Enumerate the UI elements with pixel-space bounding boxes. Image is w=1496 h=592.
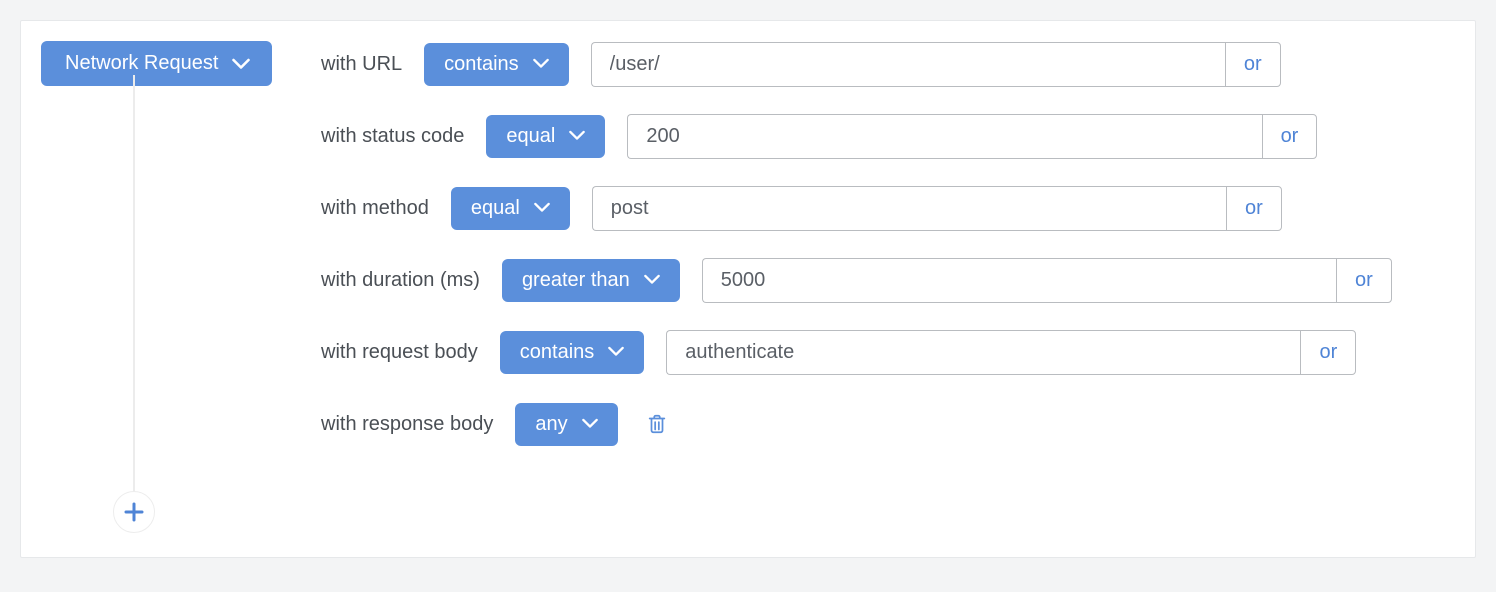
delete-condition-button[interactable] bbox=[640, 409, 674, 439]
value-group: or bbox=[591, 42, 1281, 87]
operator-selector[interactable]: any bbox=[515, 403, 617, 446]
chevron-down-icon bbox=[533, 58, 551, 70]
operator-selector[interactable]: equal bbox=[486, 115, 605, 158]
operator-label: greater than bbox=[522, 269, 630, 292]
trash-icon bbox=[646, 413, 668, 435]
event-type-selector[interactable]: Network Request bbox=[41, 41, 272, 86]
chevron-down-icon bbox=[644, 274, 662, 286]
or-button[interactable]: or bbox=[1300, 330, 1356, 375]
operator-label: contains bbox=[444, 53, 519, 76]
operator-selector[interactable]: contains bbox=[500, 331, 645, 374]
chevron-down-icon bbox=[534, 202, 552, 214]
condition-row: with method equal or bbox=[321, 185, 1455, 231]
condition-row: with URL contains or bbox=[321, 41, 1455, 87]
page-root: Network Request with URLcontainsorwith s… bbox=[0, 0, 1496, 578]
chevron-down-icon bbox=[608, 346, 626, 358]
condition-row: with request body contains or bbox=[321, 329, 1455, 375]
condition-row: with response body any bbox=[321, 401, 1455, 447]
value-group: or bbox=[592, 186, 1282, 231]
condition-label: with method bbox=[321, 197, 429, 220]
event-type-label: Network Request bbox=[65, 52, 218, 75]
filter-builder: Network Request with URLcontainsorwith s… bbox=[41, 41, 1455, 537]
chevron-down-icon bbox=[232, 58, 250, 70]
operator-label: contains bbox=[520, 341, 595, 364]
condition-label: with request body bbox=[321, 341, 478, 364]
condition-value-input[interactable] bbox=[666, 330, 1300, 375]
chevron-down-icon bbox=[582, 418, 600, 430]
or-button[interactable]: or bbox=[1226, 186, 1282, 231]
condition-value-input[interactable] bbox=[591, 42, 1225, 87]
condition-label: with response body bbox=[321, 413, 493, 436]
or-button[interactable]: or bbox=[1262, 114, 1318, 159]
operator-selector[interactable]: equal bbox=[451, 187, 570, 230]
or-button[interactable]: or bbox=[1336, 258, 1392, 303]
condition-value-input[interactable] bbox=[592, 186, 1226, 231]
value-group: or bbox=[702, 258, 1392, 303]
value-group: or bbox=[627, 114, 1317, 159]
condition-label: with status code bbox=[321, 125, 464, 148]
condition-row: with duration (ms) greater than or bbox=[321, 257, 1455, 303]
tree-connector-line bbox=[133, 75, 135, 507]
condition-value-input[interactable] bbox=[627, 114, 1261, 159]
operator-label: any bbox=[535, 413, 567, 436]
condition-label: with URL bbox=[321, 53, 402, 76]
or-button[interactable]: or bbox=[1225, 42, 1281, 87]
value-group: or bbox=[666, 330, 1356, 375]
condition-label: with duration (ms) bbox=[321, 269, 480, 292]
add-condition-button[interactable] bbox=[113, 491, 155, 533]
operator-selector[interactable]: contains bbox=[424, 43, 569, 86]
filter-panel: Network Request with URLcontainsorwith s… bbox=[20, 20, 1476, 558]
operator-selector[interactable]: greater than bbox=[502, 259, 680, 302]
operator-label: equal bbox=[506, 125, 555, 148]
condition-value-input[interactable] bbox=[702, 258, 1336, 303]
plus-icon bbox=[124, 502, 144, 522]
chevron-down-icon bbox=[569, 130, 587, 142]
operator-label: equal bbox=[471, 197, 520, 220]
condition-row: with status code equal or bbox=[321, 113, 1455, 159]
tree-column: Network Request bbox=[41, 41, 321, 537]
conditions-list: with URL contains or with status code equal o… bbox=[321, 41, 1455, 537]
